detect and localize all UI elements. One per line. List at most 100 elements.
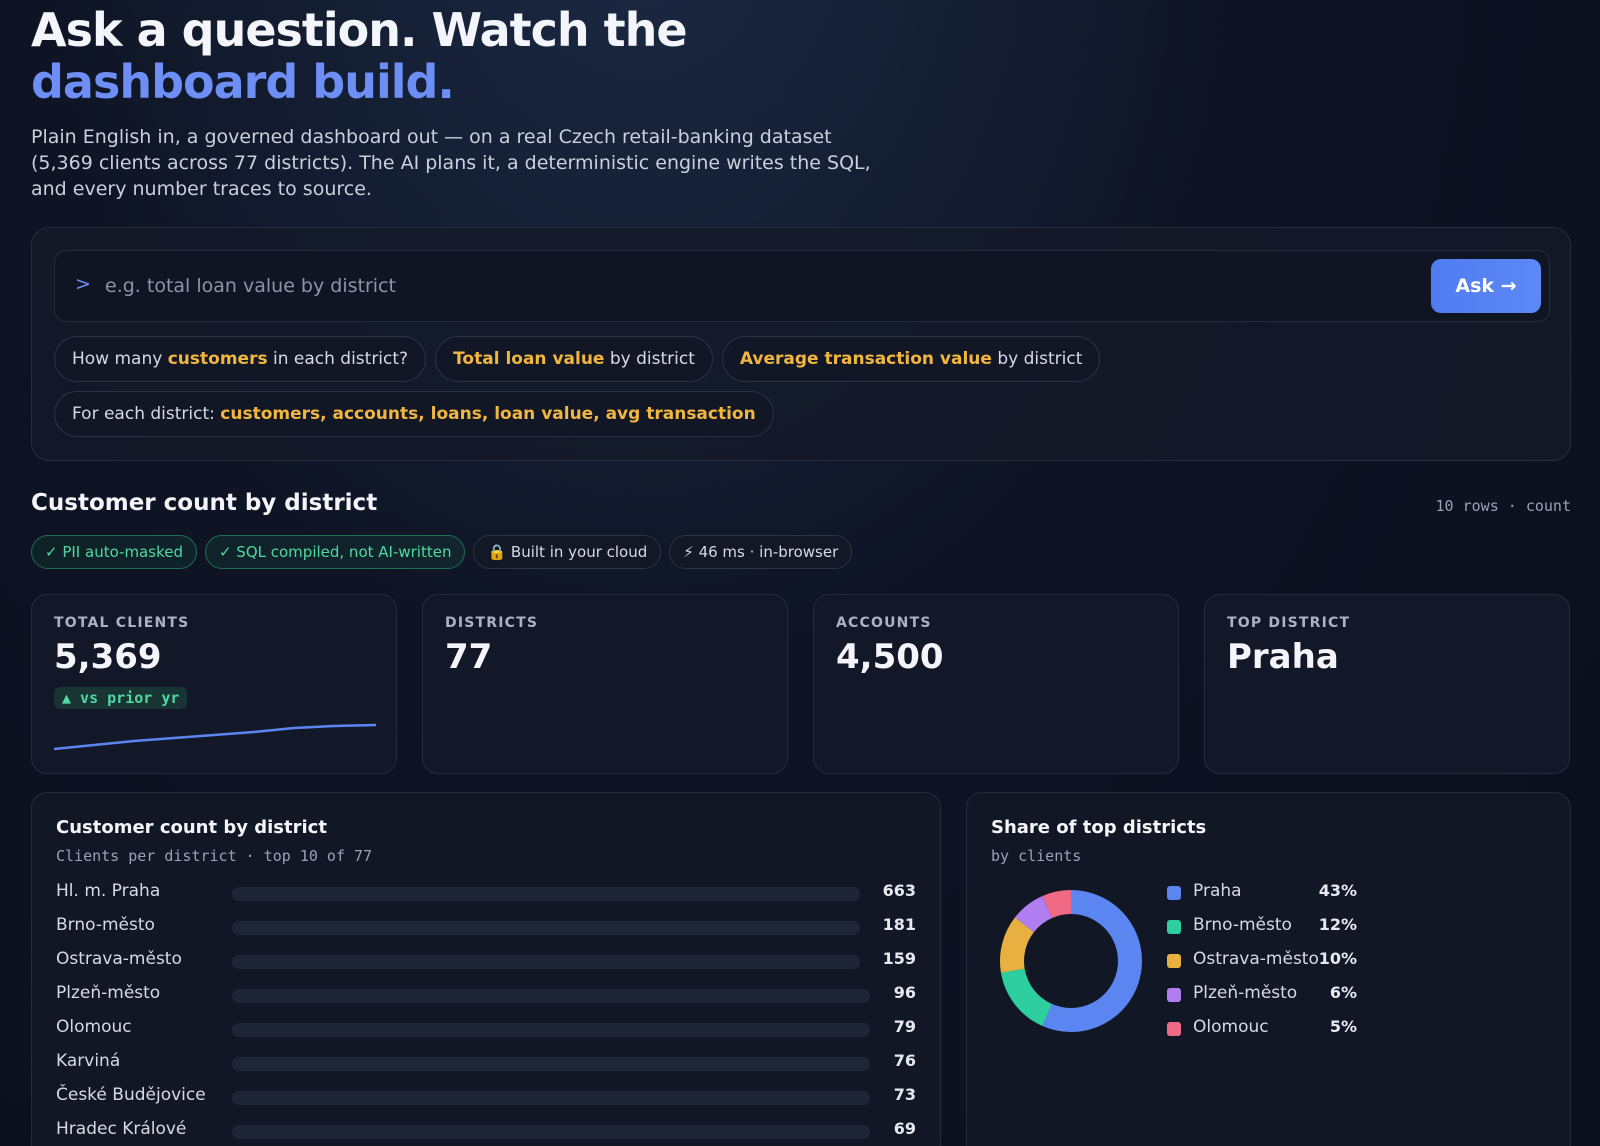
kpi-value: 4,500 <box>836 637 944 677</box>
suggestion-customers-per-district[interactable]: How many customers in each district? <box>54 336 427 382</box>
chip-text: How many <box>72 349 168 369</box>
bar-fill <box>232 1125 299 1139</box>
legend-label: Praha <box>1193 881 1242 901</box>
legend-label: Plzeň-město <box>1193 983 1298 1003</box>
kpi-card-districts: DISTRICTS 77 <box>422 594 788 774</box>
sparkline-chart <box>54 723 377 751</box>
bar-row: Brno-město 181 <box>56 915 916 939</box>
kpi-label: DISTRICTS <box>445 615 539 631</box>
sql-compiled-badge: ✓ SQL compiled, not AI-written <box>204 535 466 569</box>
legend-label: Brno-město <box>1193 915 1292 935</box>
donut-chart-title: Share of top districts <box>991 817 1207 838</box>
legend-percent: 6% <box>1329 983 1357 1002</box>
bar-track <box>232 955 860 969</box>
bar-fill <box>232 955 383 969</box>
bar-value: 159 <box>882 949 916 968</box>
bar-row: České Budějovice 73 <box>56 1085 916 1109</box>
cloud-badge: 🔒 Built in your cloud <box>473 535 662 569</box>
trend-badge: ▲ vs prior yr <box>54 687 188 709</box>
chip-highlight: customers <box>167 349 268 369</box>
chip-text: For each district: <box>72 404 221 424</box>
suggestion-district-overview[interactable]: For each district: customers, accounts, … <box>54 391 774 437</box>
legend-percent: 5% <box>1329 1017 1357 1036</box>
trust-badges: ✓ PII auto-masked ✓ SQL compiled, not AI-… <box>31 535 860 569</box>
legend-percent: 10% <box>1318 949 1357 968</box>
bar-row: Karviná 76 <box>56 1051 916 1075</box>
donut-chart-panel: Share of top districts by clients Praha 4… <box>966 792 1571 1146</box>
ask-button[interactable]: Ask → <box>1431 259 1541 313</box>
legend-label: Ostrava-město <box>1193 949 1319 969</box>
legend-percent: 12% <box>1318 915 1357 934</box>
hero-title-accent: dashboard build. <box>31 55 455 109</box>
bar-value: 79 <box>893 1017 916 1036</box>
bar-value: 181 <box>882 915 916 934</box>
bar-label: Plzeň-město <box>56 983 161 1003</box>
donut-slice-plze-m-sto <box>1014 895 1053 933</box>
legend-swatch <box>1167 920 1181 934</box>
bar-fill <box>232 1057 306 1071</box>
chip-highlight: Total loan value <box>453 349 605 369</box>
bar-label: Ostrava-město <box>56 949 182 969</box>
bar-value: 76 <box>893 1051 916 1070</box>
kpi-label: TOP DISTRICT <box>1227 615 1351 631</box>
bar-fill <box>232 1091 303 1105</box>
prompt-chevron-icon: > <box>75 273 91 295</box>
bar-track <box>232 989 870 1003</box>
query-box[interactable]: > Ask → <box>54 250 1550 322</box>
bar-row: Hl. m. Praha 663 <box>56 881 916 905</box>
legend-label: Olomouc <box>1193 1017 1269 1037</box>
bar-fill <box>232 921 404 935</box>
bar-row: Plzeň-město 96 <box>56 983 916 1007</box>
bar-label: Hl. m. Praha <box>56 881 161 901</box>
bar-value: 663 <box>882 881 916 900</box>
legend-swatch <box>1167 1022 1181 1036</box>
bar-label: Hradec Králové <box>56 1119 187 1139</box>
legend-percent: 43% <box>1318 881 1357 900</box>
bar-label: České Budějovice <box>56 1085 206 1105</box>
legend-item: Plzeň-město 6% <box>1167 983 1357 1007</box>
page: Ask a question. Watch the dashboard buil… <box>31 0 1571 1146</box>
kpi-value: Praha <box>1227 637 1339 677</box>
section-meta: 10 rows · count <box>1435 497 1571 515</box>
bar-row: Hradec Králové 69 <box>56 1119 916 1143</box>
legend-item: Olomouc 5% <box>1167 1017 1357 1041</box>
bar-label: Brno-město <box>56 915 155 935</box>
kpi-card-total-clients: TOTAL CLIENTS 5,369 ▲ vs prior yr <box>31 594 397 774</box>
bar-track <box>232 1023 870 1037</box>
bar-value: 73 <box>893 1085 916 1104</box>
donut-slice-ostrava-m-sto <box>1000 917 1035 973</box>
bar-label: Karviná <box>56 1051 121 1071</box>
donut-chart <box>1000 890 1142 1032</box>
chip-highlight: customers, accounts, loans, loan value, … <box>220 404 756 424</box>
latency-badge: ⚡ 46 ms · in-browser <box>669 535 853 569</box>
query-panel: > Ask → How many customers in each distr… <box>31 227 1571 461</box>
bar-track <box>232 887 860 901</box>
bar-track <box>232 1125 870 1139</box>
legend-swatch <box>1167 988 1181 1002</box>
kpi-card-accounts: ACCOUNTS 4,500 <box>813 594 1179 774</box>
kpi-label: ACCOUNTS <box>836 615 932 631</box>
kpi-label: TOTAL CLIENTS <box>54 615 190 631</box>
legend-item: Brno-město 12% <box>1167 915 1357 939</box>
hero-subtitle: Plain English in, a governed dashboard o… <box>31 126 871 200</box>
bar-row: Olomouc 79 <box>56 1017 916 1041</box>
bar-track <box>232 1091 870 1105</box>
chip-text: by district <box>991 349 1083 369</box>
suggestion-avg-transaction-value[interactable]: Average transaction value by district <box>721 336 1101 382</box>
legend-item: Praha 43% <box>1167 881 1357 905</box>
chip-text: by district <box>604 349 695 369</box>
hero-title-text: Ask a question. Watch the <box>31 3 688 57</box>
query-input[interactable] <box>105 269 1385 303</box>
kpi-card-top-district: TOP DISTRICT Praha <box>1204 594 1570 774</box>
legend-item: Ostrava-město 10% <box>1167 949 1357 973</box>
legend-swatch <box>1167 886 1181 900</box>
hero-title: Ask a question. Watch the dashboard buil… <box>31 4 911 108</box>
donut-chart-subtitle: by clients <box>991 847 1082 865</box>
kpi-value: 77 <box>445 637 493 677</box>
chip-highlight: Average transaction value <box>739 349 992 369</box>
bar-label: Olomouc <box>56 1017 132 1037</box>
bar-chart-title: Customer count by district <box>56 817 327 838</box>
sparkline-line <box>54 723 377 751</box>
suggestion-total-loan-value[interactable]: Total loan value by district <box>435 336 713 382</box>
bar-row: Ostrava-město 159 <box>56 949 916 973</box>
